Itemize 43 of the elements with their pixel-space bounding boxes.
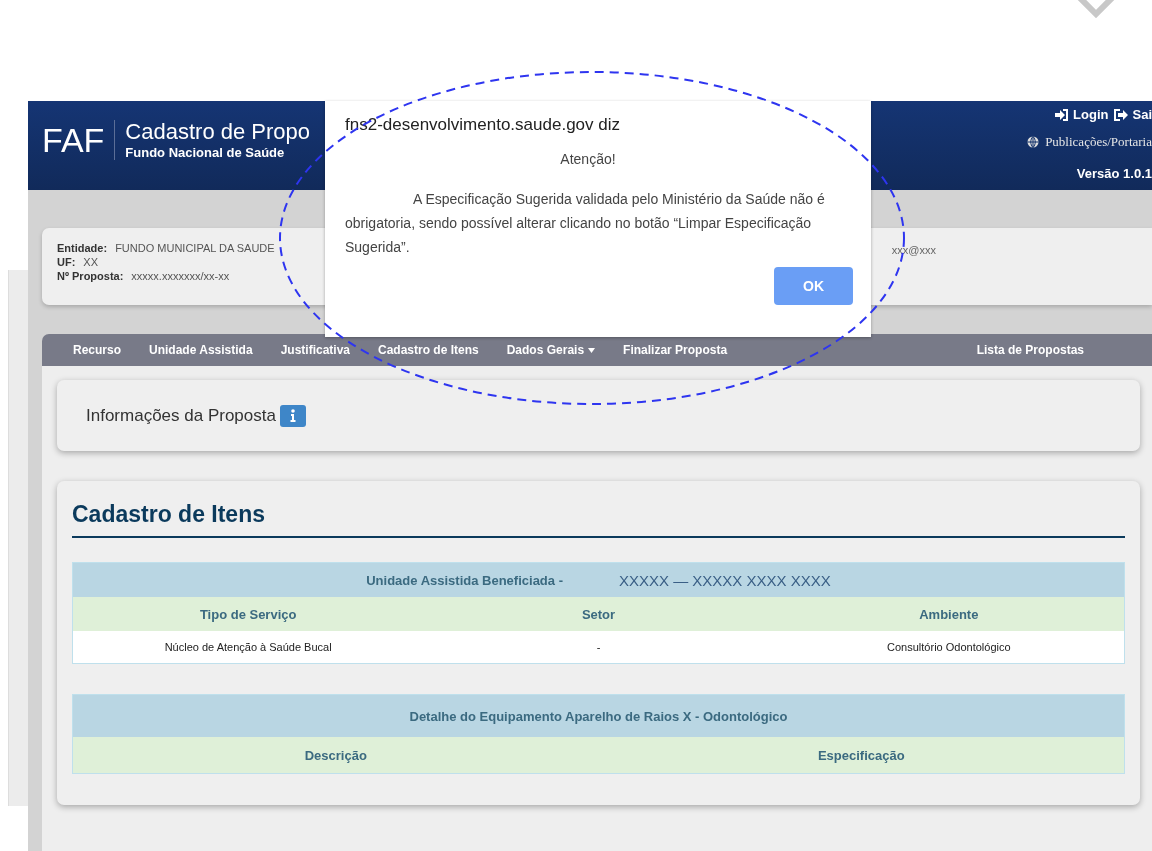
dialog-heading: Atenção!	[559, 151, 617, 167]
caption-value: XXXXX — XXXXX XXXX XXXX	[619, 571, 831, 589]
nav-link[interactable]: Recurso	[59, 343, 136, 357]
login-icon	[1055, 108, 1070, 121]
logout-icon	[1114, 108, 1129, 121]
nav-link[interactable]: Cadastro de Itens	[364, 343, 493, 357]
caption-label: Unidade Assistida Beneficiada -	[366, 572, 563, 588]
field-label: UF:	[57, 256, 76, 268]
logout-link[interactable]: Sai	[1114, 107, 1152, 122]
info-icon[interactable]	[279, 404, 306, 427]
app-title: Cadastro de Propo	[125, 119, 310, 145]
column-header: Setor	[580, 606, 617, 622]
nav-link[interactable]: Unidade Assistida	[135, 343, 267, 357]
ok-button[interactable]: OK	[774, 267, 853, 305]
table-cell-text: Consultório Odontológico	[886, 641, 1012, 653]
column-header: Tipo de Serviço	[198, 606, 298, 622]
globe-icon	[1027, 136, 1040, 148]
nav-link[interactable]: Lista de Propostas	[962, 343, 1152, 357]
table-caption: Detalhe do Equipamento Aparelho de Raios X - Odontológico	[409, 708, 788, 724]
column-header: Ambiente	[918, 606, 980, 622]
logo-text: FAF	[42, 119, 116, 160]
field-label: Nº Proposta:	[57, 270, 124, 282]
email-text: xxx@xxx	[891, 243, 936, 258]
caret-icon	[588, 347, 596, 353]
column-header: Especificação	[816, 747, 906, 763]
field-value: xxxxx.xxxxxxx/xx-xx	[130, 270, 230, 282]
nav-link[interactable]: Finalizar Proposta	[609, 343, 742, 357]
login-link[interactable]: Login	[1055, 107, 1109, 122]
version-label: Versão 1.0.1	[1076, 166, 1152, 181]
app-subtitle: Fundo Nacional de Saúde	[125, 145, 286, 160]
section-title: Cadastro de Itens	[72, 501, 1125, 538]
table-cell-text: -	[595, 641, 602, 653]
field-label: Entidade:	[57, 242, 108, 254]
card-title: Informações da Proposta	[86, 405, 276, 426]
table-cell-text: Núcleo de Atenção à Saúde Bucal	[163, 641, 333, 653]
field-value: XX	[82, 256, 98, 268]
dialog-message: A Especificação Sugerida validada pelo Ministério da Saúde não é obrigatoria, sendo possível alterar clicando no botão “Limpar Especificação Sugerida”.	[345, 190, 826, 257]
column-header: Descrição	[303, 747, 368, 763]
publications-link[interactable]: Publicações/Portaria	[1027, 134, 1152, 150]
nav-link[interactable]: Dados Gerais	[492, 343, 610, 357]
dialog-title: fns2-desenvolvimento.saude.gov diz	[345, 115, 621, 135]
field-value: FUNDO MUNICIPAL DA SAUDE	[114, 242, 275, 254]
nav-link[interactable]: Justificativa	[266, 343, 364, 357]
